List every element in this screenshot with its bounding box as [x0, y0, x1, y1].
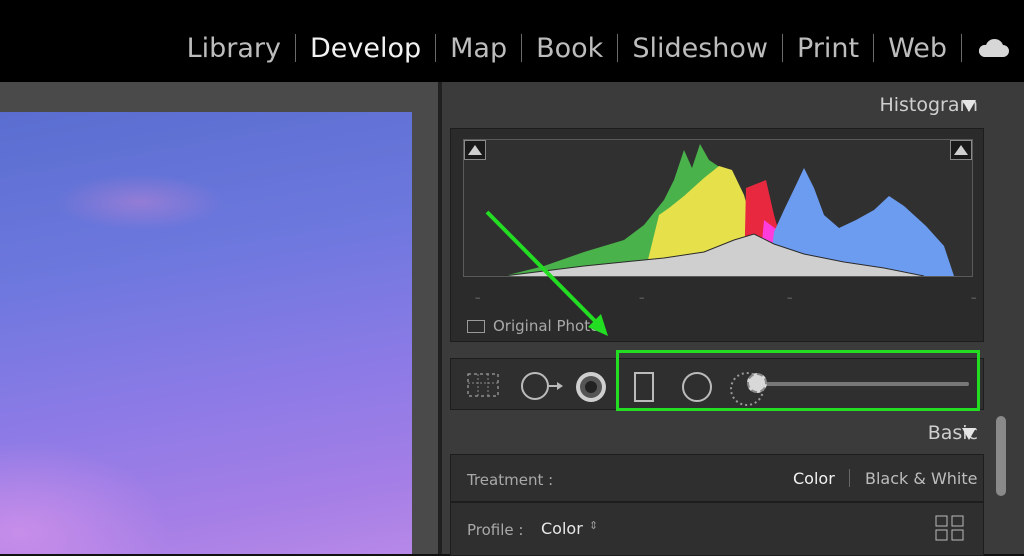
panel-scrollbar[interactable] — [996, 416, 1006, 496]
top-bar: Library Develop Map Book Slideshow Print… — [0, 0, 1024, 82]
basic-collapse-triangle-icon[interactable] — [962, 428, 976, 440]
module-map[interactable]: Map — [436, 33, 521, 64]
histogram-plot[interactable] — [463, 139, 973, 277]
histogram-collapse-triangle-icon[interactable] — [962, 100, 976, 112]
profile-dropdown-icon[interactable]: ⇕ — [589, 519, 598, 532]
brush-size-slider-thumb[interactable] — [747, 373, 767, 393]
red-eye-icon[interactable] — [575, 371, 607, 403]
radial-filter-icon[interactable] — [681, 371, 713, 403]
module-print[interactable]: Print — [783, 33, 873, 64]
crop-overlay-icon[interactable] — [465, 371, 501, 399]
cloud-icon[interactable] — [976, 37, 1010, 59]
treatment-color-option[interactable]: Color — [793, 469, 835, 488]
histogram-graph — [503, 144, 954, 276]
histogram-readout-dash: – — [475, 291, 481, 304]
original-photo-checkbox-icon[interactable] — [467, 319, 485, 333]
module-slideshow[interactable]: Slideshow — [618, 33, 782, 64]
tool-strip — [450, 358, 984, 410]
histogram-readout-dash: – — [971, 291, 977, 304]
image-canvas — [0, 82, 440, 554]
brush-size-slider-track[interactable] — [763, 382, 969, 386]
profile-grid-view-icon[interactable] — [935, 515, 965, 541]
histogram-panel: – – – – Original Photo — [450, 128, 984, 342]
profile-row: Profile : Color ⇕ — [450, 502, 984, 556]
profile-select[interactable]: Color — [541, 519, 583, 538]
highlight-clip-warning-icon[interactable] — [950, 140, 972, 160]
module-develop[interactable]: Develop — [296, 33, 435, 64]
original-photo-toggle[interactable]: Original Photo — [467, 317, 599, 335]
module-picker: Library Develop Map Book Slideshow Print… — [173, 22, 1010, 74]
profile-label: Profile : — [467, 521, 524, 539]
shadow-clip-warning-icon[interactable] — [464, 140, 486, 160]
treatment-bw-option[interactable]: Black & White — [865, 469, 977, 488]
module-library[interactable]: Library — [173, 33, 295, 64]
graduated-filter-icon[interactable] — [633, 371, 655, 403]
photo-preview[interactable] — [0, 112, 412, 554]
module-separator — [961, 34, 962, 62]
spot-removal-icon[interactable] — [519, 371, 563, 401]
original-photo-label: Original Photo — [493, 317, 600, 335]
module-book[interactable]: Book — [522, 33, 617, 64]
histogram-readout-dash: – — [639, 291, 645, 304]
right-panel: Histogram – – – – Original Photo Basic T… — [442, 82, 1024, 556]
treatment-label: Treatment : — [467, 471, 554, 489]
histogram-readout-dash: – — [787, 291, 793, 304]
treatment-separator — [849, 469, 850, 487]
treatment-row: Treatment : Color Black & White — [450, 454, 984, 502]
module-web[interactable]: Web — [874, 33, 961, 64]
